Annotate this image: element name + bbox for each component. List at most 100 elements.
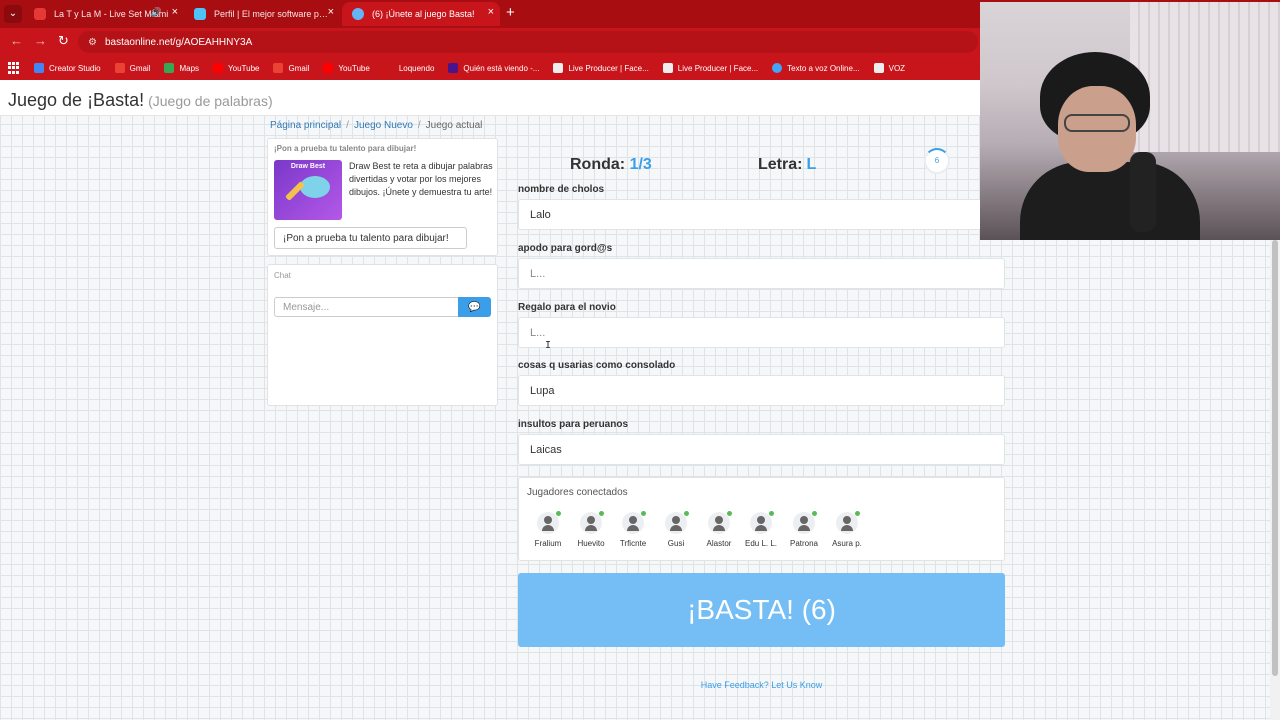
bookmark-label: Creator Studio <box>49 63 101 73</box>
player-avatar-icon <box>708 511 732 534</box>
bookmark-loquendo[interactable]: Loquendo <box>383 63 434 73</box>
player-avatar-icon <box>836 511 860 534</box>
player-item: Alastor <box>698 511 740 548</box>
title-text: Juego de ¡Basta! <box>8 90 145 110</box>
online-status-dot <box>812 511 817 516</box>
bookmark-creator-studio[interactable]: Creator Studio <box>34 63 101 73</box>
online-status-dot <box>599 511 604 516</box>
field-label-regalo-para-el-novio: Regalo para el novio <box>518 302 616 313</box>
url-text: bastaonline.net/g/AOEAHHNY3A <box>104 36 253 48</box>
field-input-cosas-consolado[interactable] <box>518 375 1005 406</box>
back-arrow-icon[interactable]: ← <box>10 33 23 48</box>
bookmark-label: VOZ <box>888 63 906 73</box>
close-tab-icon[interactable]: × <box>328 6 334 18</box>
bookmark-live-producer-2[interactable]: Live Producer | Face... <box>662 63 758 73</box>
player-item: Gusi <box>655 511 697 548</box>
scrollbar-thumb[interactable] <box>1272 240 1278 676</box>
tab-perfil[interactable]: Perfil | El mejor software para p... × <box>184 2 340 26</box>
bookmark-maps[interactable]: Maps <box>164 63 199 73</box>
tab-search-icon[interactable]: ⌄ <box>4 5 22 23</box>
chat-panel: Chat 💬 <box>267 264 498 406</box>
player-item: Fralium <box>527 511 569 548</box>
globe-icon <box>772 63 783 73</box>
online-status-dot <box>727 511 732 516</box>
promo-description: Draw Best te reta a dibujar palabras div… <box>349 161 493 197</box>
player-name: Trficnte <box>619 539 647 548</box>
webcam-overlay <box>980 2 1280 240</box>
online-status-dot <box>769 511 774 516</box>
tab-live-set[interactable]: La T y La M - Live Set Miami 🔊 × <box>24 2 184 26</box>
online-status-dot <box>641 511 646 516</box>
field-label-cosas-consolado: cosas q usarias como consolado <box>518 360 676 371</box>
bookmark-quien-esta-viendo[interactable]: Quién está viendo -... <box>448 63 539 73</box>
field-input-insultos[interactable] <box>518 434 1005 465</box>
bookmark-youtube-2[interactable]: YouTube <box>323 63 370 73</box>
document-icon <box>662 63 673 73</box>
round-indicator: Ronda: 1/3 <box>570 156 652 174</box>
field-input-apodo-para-gordos[interactable] <box>518 258 1005 289</box>
player-name: Huevito <box>577 539 605 548</box>
basta-button[interactable]: ¡BASTA! (6) <box>518 573 1005 647</box>
reload-icon[interactable]: ↻ <box>58 33 69 49</box>
close-tab-icon[interactable]: × <box>172 6 178 18</box>
player-avatar-icon <box>793 511 817 534</box>
maps-icon <box>164 63 175 73</box>
document-icon <box>873 63 884 73</box>
bookmark-youtube[interactable]: YouTube <box>213 63 259 73</box>
forward-arrow-icon[interactable]: → <box>34 33 47 48</box>
site-icon <box>448 63 459 73</box>
bookmark-gmail-2[interactable]: Gmail <box>273 63 309 73</box>
page-title: Juego de ¡Basta! (Juego de palabras) <box>8 90 273 111</box>
online-status-dot <box>855 511 860 516</box>
bookmark-gmail[interactable]: Gmail <box>114 63 150 73</box>
field-label-insultos: insultos para peruanos <box>518 419 629 430</box>
apps-grid-icon[interactable] <box>8 62 20 74</box>
new-tab-icon[interactable]: + <box>506 4 515 21</box>
player-item: Asura p. <box>826 511 868 548</box>
player-avatar-icon <box>580 511 604 534</box>
draw-best-promo: ¡Pon a prueba tu talento para dibujar! D… <box>267 138 498 256</box>
breadcrumb-separator: / <box>346 120 349 131</box>
tab-basta[interactable]: (6) ¡Únete al juego Basta! × <box>342 2 500 26</box>
draw-best-image[interactable]: Draw Best <box>274 160 342 220</box>
site-info-icon[interactable]: ⚙ <box>88 37 97 48</box>
bookmark-label: YouTube <box>228 63 260 73</box>
breadcrumb-current: Juego actual <box>425 120 483 131</box>
document-icon <box>553 63 564 73</box>
chat-message-input[interactable] <box>274 297 459 317</box>
player-item: Patrona <box>783 511 825 548</box>
connected-players-panel: Jugadores conectados Fralium Huevito Trf… <box>518 477 1005 561</box>
address-bar[interactable]: ⚙ bastaonline.net/g/AOEAHHNY3A <box>78 31 978 53</box>
youtube-icon <box>213 63 224 73</box>
speaker-icon[interactable]: 🔊 <box>151 7 162 18</box>
players-title: Jugadores conectados <box>527 487 628 498</box>
player-avatar-icon <box>665 511 689 534</box>
draw-best-button[interactable]: ¡Pon a prueba tu talento para dibujar! <box>274 227 467 249</box>
player-item: Trficnte <box>612 511 654 548</box>
bookmark-label: Texto a voz Online... <box>787 63 860 73</box>
bookmark-voz[interactable]: VOZ <box>873 63 906 73</box>
field-input-nombre-de-cholos[interactable] <box>518 199 1005 230</box>
countdown-timer: 6 <box>924 148 950 174</box>
player-name: Edu L. L. <box>744 539 778 548</box>
close-tab-icon[interactable]: × <box>488 6 494 18</box>
youtube-icon <box>323 63 334 73</box>
online-status-dot <box>556 511 561 516</box>
field-label-apodo-para-gordos: apodo para gord@s <box>518 243 613 254</box>
player-name: Gusi <box>667 539 685 548</box>
letter-label: Letra: <box>758 156 803 173</box>
round-label: Ronda: <box>570 156 626 173</box>
player-avatar-icon <box>537 511 561 534</box>
paint-blob-icon <box>300 176 330 198</box>
breadcrumb-home-link[interactable]: Página principal <box>270 120 341 131</box>
tab-title: (6) ¡Únete al juego Basta! <box>372 9 475 19</box>
chat-send-button[interactable]: 💬 <box>458 297 491 317</box>
speech-bubble-icon: 💬 <box>468 301 481 313</box>
breadcrumb: Página principal / Juego Nuevo / Juego actua… <box>270 120 482 131</box>
bookmark-live-producer[interactable]: Live Producer | Face... <box>553 63 649 73</box>
breadcrumb-new-game-link[interactable]: Juego Nuevo <box>354 120 413 131</box>
bookmark-texto-a-voz[interactable]: Texto a voz Online... <box>772 63 860 73</box>
streamer-shirt <box>1020 162 1200 240</box>
field-input-regalo-para-el-novio[interactable] <box>518 317 1005 348</box>
feedback-link[interactable]: Have Feedback? Let Us Know <box>518 680 1005 690</box>
